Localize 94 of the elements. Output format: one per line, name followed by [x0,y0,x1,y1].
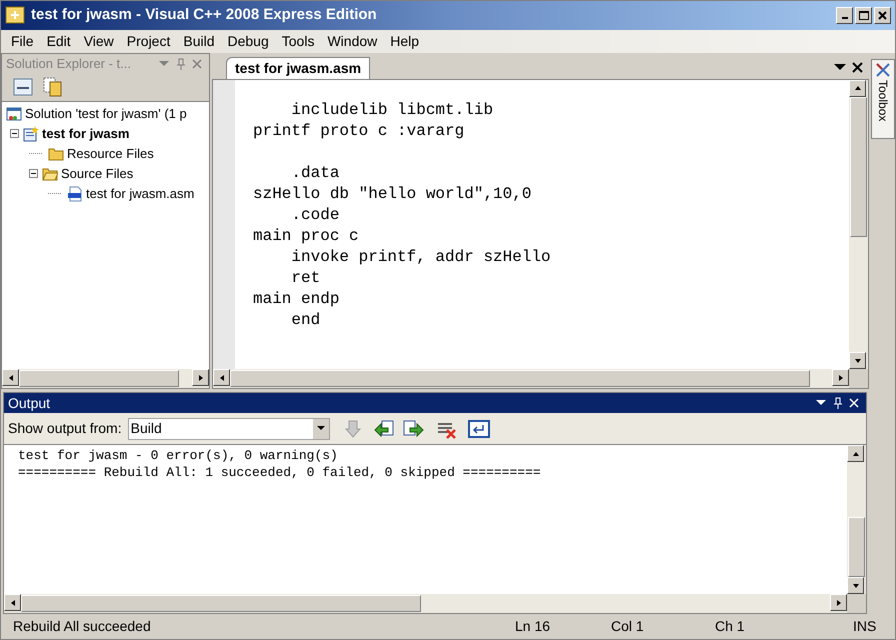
folder-icon [48,146,64,162]
scroll-thumb[interactable] [19,370,179,388]
close-icon[interactable] [852,62,863,73]
scroll-down-button[interactable] [847,577,864,594]
code-line: includelib libcmt.lib [290,100,494,121]
output-line: ========== Rebuild All: 1 succeeded, 0 failed, 0 skipped ========== [18,464,541,482]
scroll-thumb[interactable] [230,370,810,388]
right-arrow-icon [196,374,204,382]
up-arrow-icon [854,84,862,92]
maximize-button[interactable] [855,6,872,24]
scroll-down-button[interactable] [849,352,866,370]
scroll-right-button[interactable] [830,594,847,612]
scroll-thumb[interactable] [848,517,865,578]
close-button[interactable] [874,6,891,24]
document-tab[interactable]: test for jwasm.asm [226,56,370,79]
menu-item[interactable]: View [84,30,114,52]
menu-item[interactable]: Debug [228,30,269,52]
tree-item[interactable]: test for jwasm [42,124,130,144]
up-arrow-icon [852,450,860,458]
right-arrow-icon [836,374,844,382]
code-line: main proc c [253,226,359,247]
vertical-scrollbar[interactable] [847,445,866,594]
down-arrow-icon [854,356,862,365]
code-line: .code [290,204,340,226]
previous-message-icon[interactable] [374,418,396,439]
scroll-thumb[interactable] [21,595,421,612]
status-message: Rebuild All succeeded [13,617,152,636]
collapse-toggle[interactable] [10,129,19,138]
output-source-dropdown[interactable]: Build [128,418,330,440]
line-indicator: Ln 16 [515,617,552,636]
left-arrow-icon [6,374,14,382]
scroll-right-button[interactable] [832,369,849,386]
tools-icon [875,62,891,78]
toolbox-tab[interactable]: Toolbox [871,58,895,139]
close-icon [878,10,887,20]
vertical-scrollbar[interactable] [849,80,868,370]
menu-item[interactable]: Window [327,30,378,52]
tree-item[interactable]: Source Files [61,164,134,184]
scroll-left-button[interactable] [213,369,230,386]
maximize-icon [858,10,868,20]
menu-item[interactable]: Project [126,30,170,52]
scroll-up-button[interactable] [849,80,866,97]
horizontal-scrollbar[interactable] [2,369,209,388]
horizontal-scrollbar[interactable] [4,594,847,614]
toolbox-label: Toolbox [877,80,889,122]
menu-item[interactable]: Build [183,30,214,52]
app-icon [5,6,25,24]
code-line: end [290,310,320,331]
char-indicator: Ch 1 [715,617,746,636]
scroll-thumb[interactable] [850,96,867,237]
right-arrow-icon [834,598,842,607]
menu-item[interactable]: File [11,30,34,52]
horizontal-scrollbar[interactable] [213,369,849,388]
menu-item[interactable]: Edit [46,30,71,52]
code-line: szHello db "hello world",10,0 [253,184,532,205]
code-line: printf proto c :vararg [253,120,464,142]
scroll-left-button[interactable] [4,594,21,612]
caret-icon [316,426,325,432]
dropdown-icon[interactable] [834,64,846,71]
next-message-icon[interactable] [402,418,424,439]
tree-item[interactable]: test for jwasm.asm [86,184,194,204]
left-arrow-icon [218,374,226,382]
solution-icon [6,106,22,122]
word-wrap-icon[interactable] [468,418,490,439]
properties-icon[interactable] [12,77,34,98]
scroll-right-button[interactable] [192,369,209,386]
tree-item[interactable]: Resource Files [67,144,154,164]
collapse-toggle[interactable] [29,169,38,178]
menu-item[interactable]: Help [390,30,420,52]
window-title: test for jwasm - Visual C++ 2008 Express Edition [31,5,378,26]
minimize-button[interactable] [836,6,853,24]
panel-title: Solution Explorer - t... [6,55,132,74]
open-folder-icon [42,166,58,182]
code-line: invoke printf, addr szHello [290,246,551,268]
scroll-corner [849,369,868,388]
scroll-left-button[interactable] [2,369,19,386]
output-line: test for jwasm - 0 error(s), 0 warning(s) [18,447,338,464]
show-output-label: Show output from: [8,419,122,438]
code-editor[interactable]: includelib libcmt.lib printf proto c :vararg .data szHello db "hello world",10,0 .code main proc c invoke printf, addr szHello ret main endp end [212,78,869,390]
tree-item[interactable]: Solution 'test for jwasm' (1 p [25,104,187,124]
code-line: main endp [253,288,340,310]
project-icon [23,126,39,142]
code-line: ret [290,268,320,289]
left-arrow-icon [8,598,16,607]
asm-file-icon [67,186,83,202]
column-indicator: Col 1 [611,617,645,636]
show-all-files-icon[interactable] [42,77,64,98]
menu-item[interactable]: Tools [282,30,314,52]
panel-title: Output [8,394,52,413]
scroll-up-button[interactable] [847,445,864,462]
code-line: .data [290,162,340,184]
down-arrow-icon [852,582,860,590]
dropdown-icon[interactable] [816,400,826,406]
insert-mode-indicator: INS [853,617,878,636]
